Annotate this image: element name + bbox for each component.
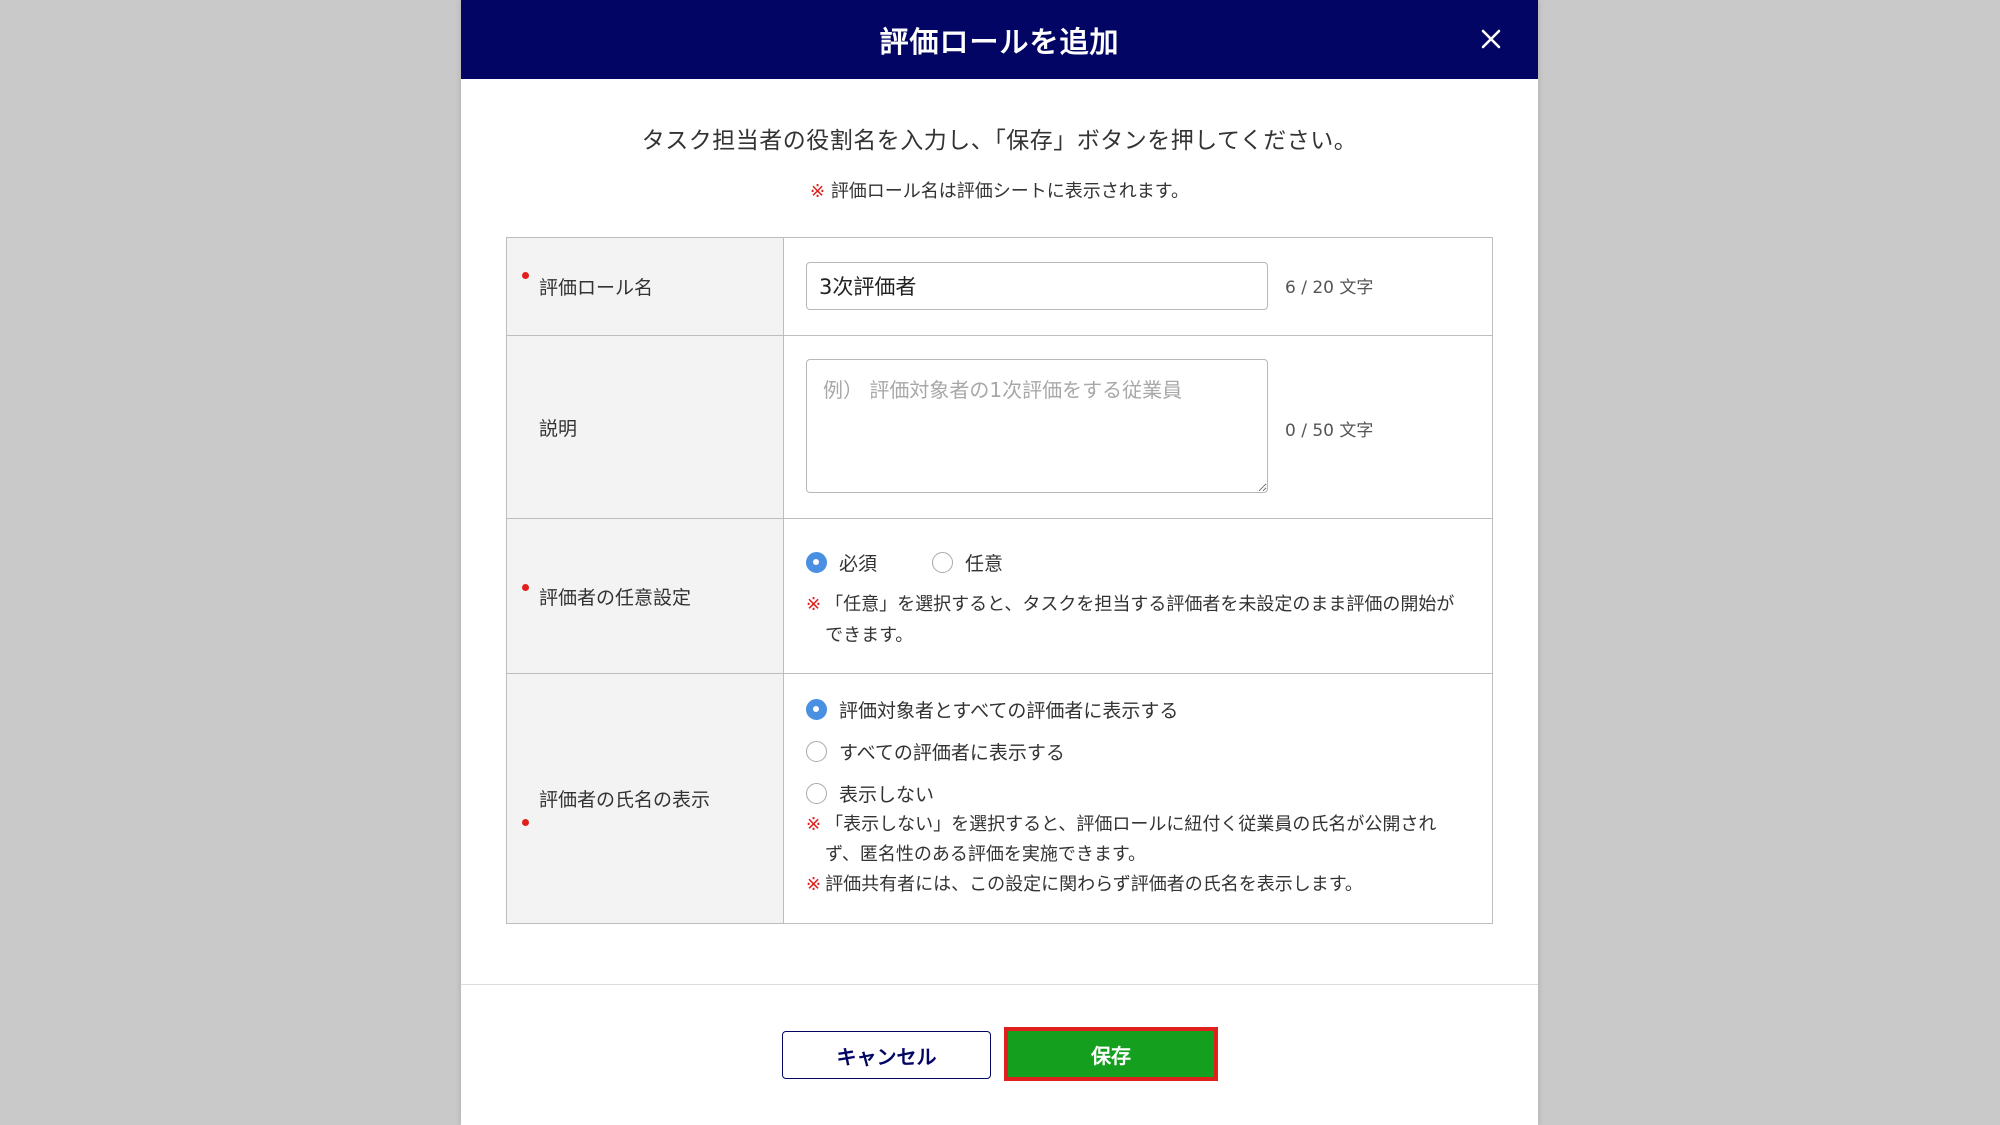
name-display-notes: ※ 「表示しない」を選択すると、評価ロールに紐付く従業員の氏名が公開されず、匿名… xyxy=(806,810,1466,900)
label-cell: 評価者の任意設定 xyxy=(507,519,784,673)
note-text: 評価ロール名は評価シートに表示されます。 xyxy=(830,181,1190,202)
evaluator-optional-label: 評価者の任意設定 xyxy=(539,586,692,609)
note-text: 「任意」を選択すると、タスクを担当する評価者を未設定のまま評価の開始ができます。 xyxy=(825,594,1455,646)
row-evaluator-optional: 評価者の任意設定 必須 任意 ※ 「任意」を選択すると、タスクを担当する評価者を… xyxy=(507,519,1492,674)
modal-title: 評価ロールを追加 xyxy=(879,24,1120,59)
radio-button[interactable] xyxy=(932,552,954,573)
note-text: 「表示しない」を選択すると、評価ロールに紐付く従業員の氏名が公開されず、匿名性の… xyxy=(825,814,1437,865)
required-mark xyxy=(522,272,529,279)
required-mark xyxy=(522,584,529,591)
footer-divider xyxy=(461,984,1538,985)
role-name-label: 評価ロール名 xyxy=(539,277,654,299)
required-mark xyxy=(522,819,529,826)
name-display-radio-group: 評価対象者とすべての評価者に表示する すべての評価者に表示する 表示しない xyxy=(806,696,1178,807)
row-description: 説明 0 / 50 文字 xyxy=(507,336,1492,519)
radio-show-evaluators[interactable]: すべての評価者に表示する xyxy=(806,738,1178,765)
radio-button[interactable] xyxy=(806,741,827,762)
description-counter: 0 / 50 文字 xyxy=(1285,421,1374,441)
radio-label: 必須 xyxy=(839,553,878,575)
radio-required[interactable]: 必須 xyxy=(806,549,877,576)
note-mark: ※ xyxy=(806,874,822,895)
label-cell: 評価者の氏名の表示 xyxy=(507,674,784,923)
value-cell: 0 / 50 文字 xyxy=(784,336,1492,518)
note-text: 評価共有者には、この設定に関わらず評価者の氏名を表示します。 xyxy=(825,874,1363,895)
close-button[interactable] xyxy=(1472,20,1510,58)
description-label: 説明 xyxy=(539,417,578,440)
note-mark: ※ xyxy=(809,181,826,202)
note-mark: ※ xyxy=(806,594,822,615)
value-cell: 評価対象者とすべての評価者に表示する すべての評価者に表示する 表示しない ※ … xyxy=(784,674,1492,923)
radio-label: すべての評価者に表示する xyxy=(839,742,1065,764)
evaluator-optional-note: ※ 「任意」を選択すると、タスクを担当する評価者を未設定のまま評価の開始ができま… xyxy=(806,589,1466,651)
radio-show-all[interactable]: 評価対象者とすべての評価者に表示する xyxy=(806,696,1178,723)
evaluator-optional-radio-group: 必須 任意 xyxy=(806,549,1003,576)
radio-label: 任意 xyxy=(965,553,1004,575)
save-button[interactable]: 保存 xyxy=(1008,1031,1214,1077)
row-role-name: 評価ロール名 6 / 20 文字 xyxy=(507,238,1492,336)
radio-button-selected[interactable] xyxy=(806,552,827,573)
label-cell: 評価ロール名 xyxy=(507,238,784,335)
description-textarea[interactable] xyxy=(806,359,1268,493)
name-display-label: 評価者の氏名の表示 xyxy=(539,789,711,811)
role-form: 評価ロール名 6 / 20 文字 説明 0 / 50 文字 評価者の任意設定 xyxy=(506,237,1493,924)
radio-button[interactable] xyxy=(806,783,827,804)
radio-hide[interactable]: 表示しない xyxy=(806,780,1178,807)
radio-button-selected[interactable] xyxy=(806,699,827,720)
add-role-modal: 評価ロールを追加 タスク担当者の役割名を入力し、「保存」ボタンを押してください。… xyxy=(461,0,1538,1125)
modal-header: 評価ロールを追加 xyxy=(461,0,1538,79)
radio-label: 評価対象者とすべての評価者に表示する xyxy=(839,700,1179,722)
cancel-button[interactable]: キャンセル xyxy=(782,1031,991,1079)
value-cell: 必須 任意 ※ 「任意」を選択すると、タスクを担当する評価者を未設定のまま評価の… xyxy=(784,519,1492,673)
label-cell: 説明 xyxy=(507,336,784,518)
close-icon xyxy=(1481,29,1501,49)
row-name-display: 評価者の氏名の表示 評価対象者とすべての評価者に表示する すべての評価者に表示す… xyxy=(507,674,1492,923)
role-name-note: ※ 評価ロール名は評価シートに表示されます。 xyxy=(461,177,1538,203)
radio-optional[interactable]: 任意 xyxy=(932,549,1003,576)
value-cell: 6 / 20 文字 xyxy=(784,238,1492,335)
instruction-text: タスク担当者の役割名を入力し、「保存」ボタンを押してください。 xyxy=(641,128,1358,154)
role-name-input[interactable] xyxy=(806,262,1268,310)
radio-label: 表示しない xyxy=(839,784,935,806)
note-mark: ※ xyxy=(806,814,822,835)
role-name-counter: 6 / 20 文字 xyxy=(1285,278,1374,298)
